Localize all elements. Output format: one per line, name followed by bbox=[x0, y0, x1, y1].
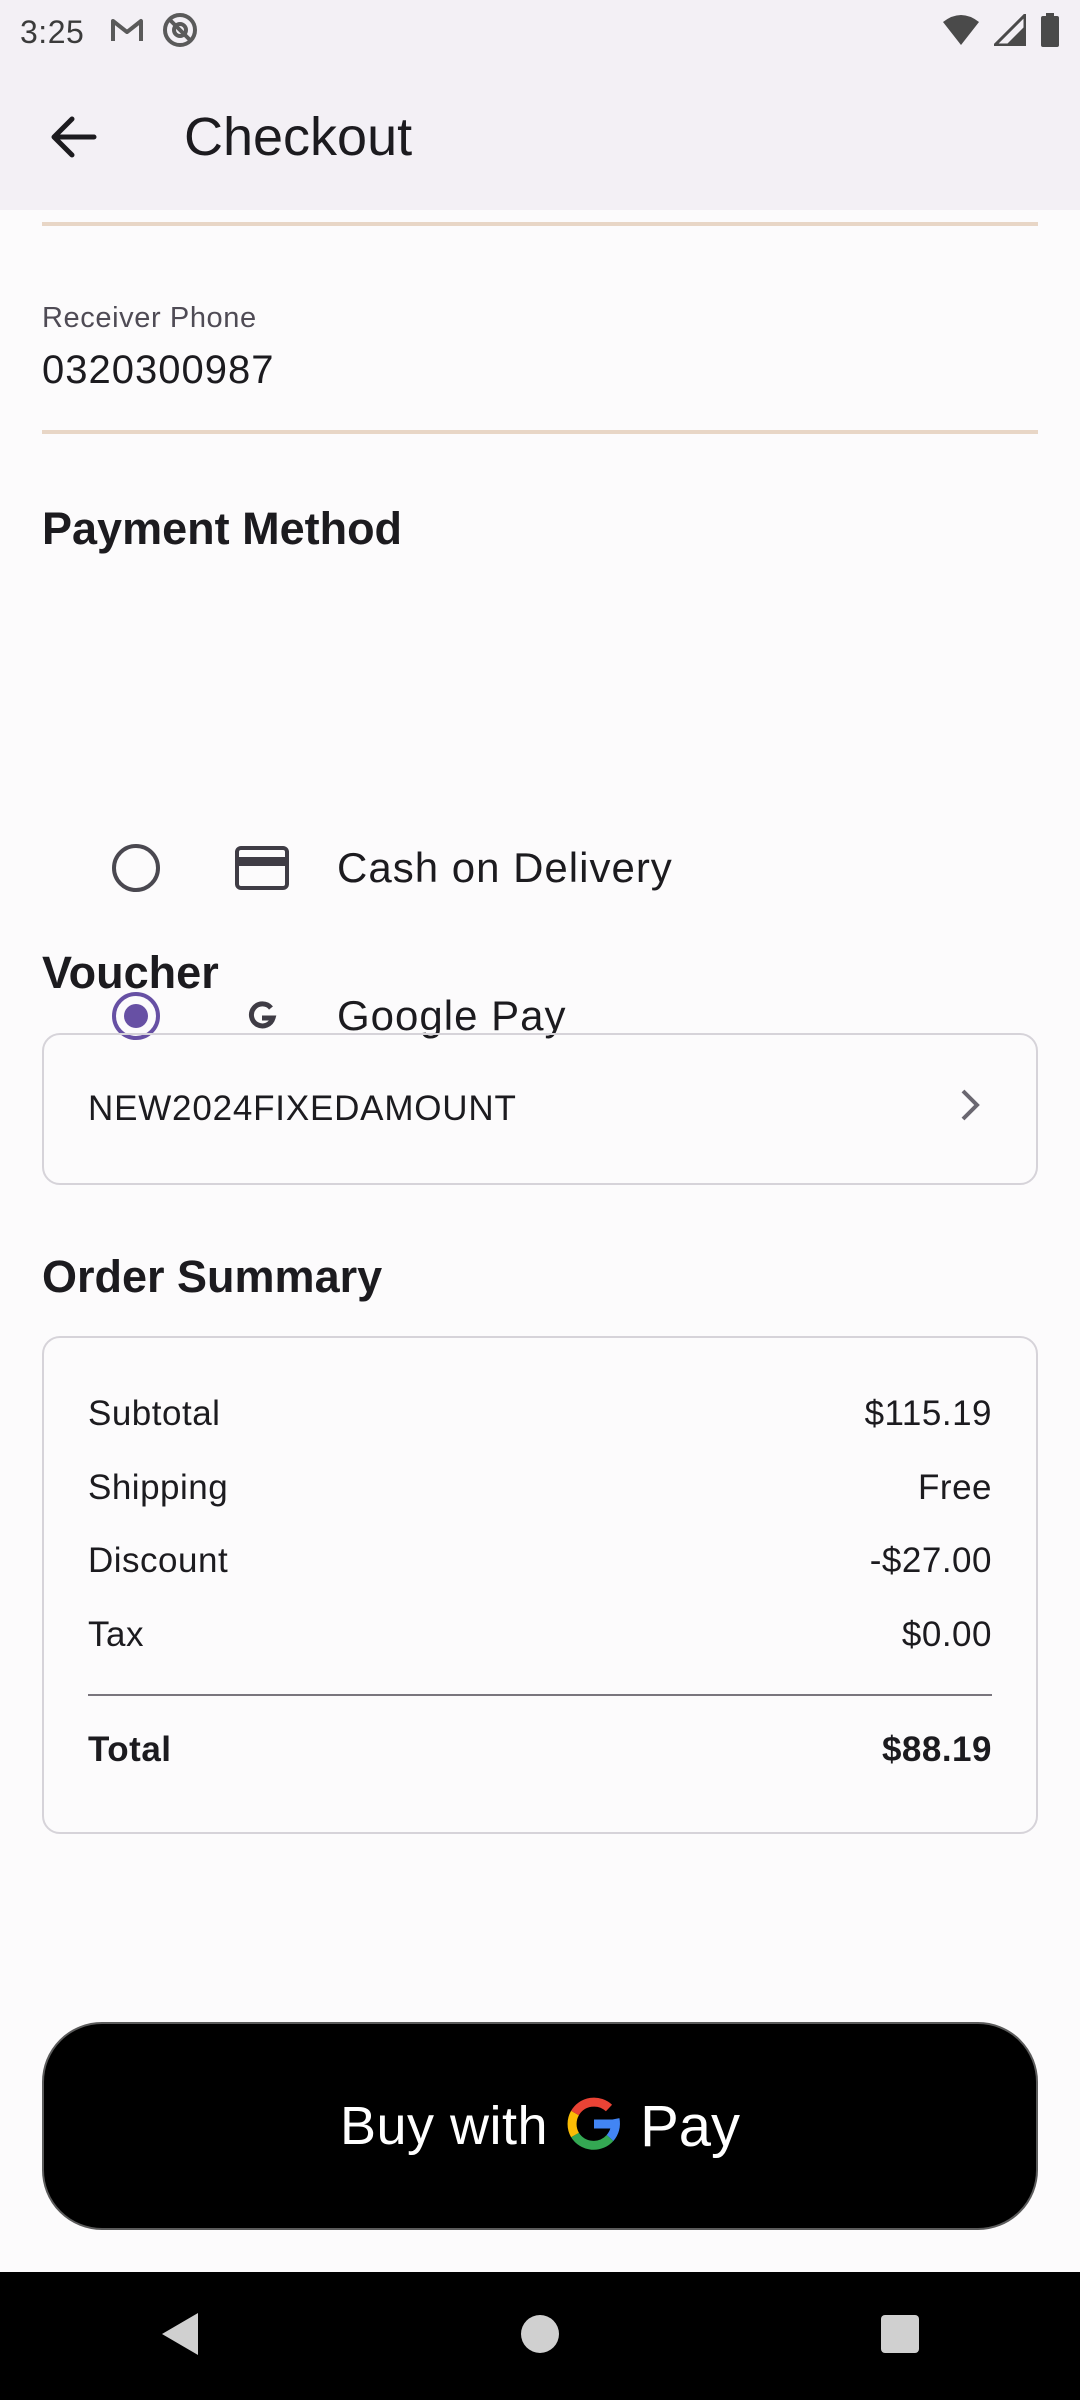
checkout-content[interactable]: Receiver Phone 0320300987 Payment Method… bbox=[0, 210, 1080, 2272]
credit-card-icon bbox=[232, 838, 292, 898]
receiver-phone-value[interactable]: 0320300987 bbox=[42, 348, 274, 393]
summary-row-tax: Tax $0.00 bbox=[88, 1615, 992, 1655]
total-value: $88.19 bbox=[881, 1730, 992, 1769]
summary-value: Free bbox=[918, 1468, 992, 1507]
status-time: 3:25 bbox=[20, 13, 85, 50]
system-nav-bar bbox=[0, 2272, 1080, 2400]
radio-cod[interactable] bbox=[112, 844, 160, 892]
arrow-back-icon bbox=[51, 116, 97, 158]
at-sign-icon bbox=[162, 12, 198, 53]
app-bar: Checkout bbox=[0, 64, 1080, 210]
summary-label: Shipping bbox=[88, 1468, 229, 1507]
battery-icon bbox=[1040, 12, 1060, 52]
square-recents-icon bbox=[881, 2314, 920, 2353]
buy-with-text: Buy with bbox=[339, 2096, 549, 2156]
receiver-phone-underline bbox=[42, 430, 1038, 434]
gmail-icon bbox=[110, 17, 144, 48]
receiver-phone-label: Receiver Phone bbox=[42, 302, 257, 334]
payment-option-cod[interactable]: Cash on Delivery bbox=[0, 798, 1080, 938]
summary-label: Subtotal bbox=[88, 1394, 221, 1433]
status-bar: 3:25 bbox=[0, 0, 1080, 64]
order-summary-card: Subtotal $115.19 Shipping Free Discount … bbox=[42, 1336, 1038, 1834]
payment-option-cod-label: Cash on Delivery bbox=[337, 844, 673, 891]
pay-text: Pay bbox=[640, 2093, 741, 2159]
triangle-back-icon bbox=[161, 2312, 198, 2355]
back-button[interactable] bbox=[26, 89, 122, 185]
page-title: Checkout bbox=[184, 107, 413, 167]
summary-row-shipping: Shipping Free bbox=[88, 1468, 992, 1508]
voucher-code: NEW2024FIXEDAMOUNT bbox=[88, 1089, 517, 1128]
order-summary-title: Order Summary bbox=[42, 1251, 383, 1302]
signal-icon bbox=[991, 10, 1027, 51]
voucher-title: Voucher bbox=[42, 947, 219, 998]
wifi-icon bbox=[942, 14, 980, 51]
summary-value: -$27.00 bbox=[869, 1541, 992, 1580]
google-logo-icon bbox=[566, 2096, 622, 2157]
nav-recents-button[interactable] bbox=[880, 2314, 920, 2359]
checkout-screen: 3:25 Checkout Receiver Phone 0320300987 … bbox=[0, 0, 1080, 2400]
summary-value: $0.00 bbox=[901, 1615, 992, 1654]
total-label: Total bbox=[88, 1730, 172, 1769]
nav-home-button[interactable] bbox=[519, 2313, 561, 2360]
summary-row-total: Total $88.19 bbox=[88, 1730, 992, 1770]
nav-back-button[interactable] bbox=[160, 2311, 200, 2362]
summary-label: Discount bbox=[88, 1541, 229, 1580]
summary-label: Tax bbox=[88, 1615, 144, 1654]
chevron-right-icon bbox=[958, 1085, 982, 1130]
voucher-selector[interactable]: NEW2024FIXEDAMOUNT bbox=[42, 1033, 1038, 1185]
summary-divider bbox=[88, 1694, 992, 1696]
payment-method-title: Payment Method bbox=[42, 503, 403, 554]
summary-row-subtotal: Subtotal $115.19 bbox=[88, 1394, 992, 1434]
summary-value: $115.19 bbox=[864, 1394, 992, 1433]
circle-home-icon bbox=[520, 2314, 559, 2353]
buy-with-gpay-button[interactable]: Buy with Pay bbox=[42, 2022, 1038, 2230]
receiver-name-underline bbox=[42, 222, 1038, 226]
summary-row-discount: Discount -$27.00 bbox=[88, 1541, 992, 1581]
